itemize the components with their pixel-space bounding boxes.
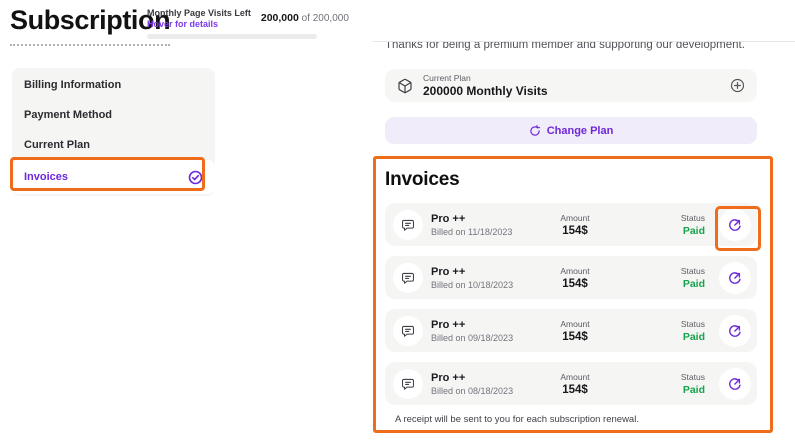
- status-value: Paid: [625, 331, 705, 343]
- refresh-swirl-icon: [529, 125, 541, 137]
- invoice-billed-date: Billed on 08/18/2023: [431, 386, 530, 396]
- change-plan-button[interactable]: Change Plan: [385, 117, 757, 144]
- visits-total: of 200,000: [302, 13, 349, 24]
- visits-label: Monthly Page Visits Left: [147, 8, 251, 19]
- receipt-icon: [393, 369, 423, 399]
- external-link-icon: [727, 376, 743, 392]
- amount-value: 154$: [530, 278, 620, 290]
- amount-label: Amount: [530, 372, 620, 382]
- sidebar-item-label: Current Plan: [24, 139, 90, 151]
- invoice-row: Pro ++ Billed on 11/18/2023 Amount 154$ …: [385, 203, 757, 246]
- external-link-icon: [727, 270, 743, 286]
- monthly-visits-widget: Monthly Page Visits Left Hover for detai…: [147, 8, 349, 39]
- status-label: Status: [625, 372, 705, 382]
- receipt-note: A receipt will be sent to you for each s…: [385, 414, 795, 426]
- amount-value: 154$: [530, 331, 620, 343]
- invoice-row: Pro ++ Billed on 09/18/2023 Amount 154$ …: [385, 309, 757, 352]
- invoice-billed-date: Billed on 10/18/2023: [431, 280, 530, 290]
- current-plan-card: Current Plan 200000 Monthly Visits: [385, 69, 757, 102]
- status-label: Status: [625, 266, 705, 276]
- status-value: Paid: [625, 384, 705, 396]
- visits-used: 200,000: [261, 12, 299, 24]
- current-plan-label: Current Plan: [423, 73, 730, 83]
- amount-label: Amount: [530, 266, 620, 276]
- invoice-billed-date: Billed on 11/18/2023: [431, 227, 530, 237]
- invoice-plan-name: Pro ++: [431, 213, 530, 225]
- external-link-icon: [727, 323, 743, 339]
- subscription-panel: Thanks for being a premium member and su…: [372, 41, 795, 446]
- sidebar-item-label: Payment Method: [24, 109, 112, 121]
- check-circle-icon: [188, 170, 203, 185]
- visits-progress-bar: [147, 34, 317, 39]
- invoice-row: Pro ++ Billed on 08/18/2023 Amount 154$ …: [385, 362, 757, 405]
- open-invoice-button[interactable]: [719, 368, 751, 400]
- amount-label: Amount: [530, 319, 620, 329]
- subscription-page: Subscription Monthly Page Visits Left Ho…: [0, 0, 795, 446]
- open-invoice-button[interactable]: [719, 262, 751, 294]
- invoice-row: Pro ++ Billed on 10/18/2023 Amount 154$ …: [385, 256, 757, 299]
- receipt-icon: [393, 316, 423, 346]
- plan-details-expand-button[interactable]: [730, 78, 745, 93]
- plus-circle-icon: [730, 78, 745, 93]
- sidebar-item-label: Invoices: [24, 171, 68, 183]
- amount-value: 154$: [530, 225, 620, 237]
- amount-label: Amount: [530, 213, 620, 223]
- sidebar-item-invoices[interactable]: Invoices: [12, 160, 215, 194]
- package-box-icon: [397, 78, 413, 94]
- change-plan-label: Change Plan: [547, 125, 614, 137]
- premium-thanks-text: Thanks for being a premium member and su…: [385, 41, 765, 52]
- receipt-icon: [393, 210, 423, 240]
- invoices-heading: Invoices: [385, 168, 795, 191]
- invoice-billed-date: Billed on 09/18/2023: [431, 333, 530, 343]
- open-invoice-button[interactable]: [719, 315, 751, 347]
- sidebar-item-payment-method[interactable]: Payment Method: [12, 100, 215, 130]
- invoice-plan-name: Pro ++: [431, 372, 530, 384]
- invoice-plan-name: Pro ++: [431, 266, 530, 278]
- sidebar-item-billing-information[interactable]: Billing Information: [12, 70, 215, 100]
- billing-sidebar: Billing Information Payment Method Curre…: [12, 68, 215, 196]
- status-label: Status: [625, 319, 705, 329]
- status-value: Paid: [625, 225, 705, 237]
- amount-value: 154$: [530, 384, 620, 396]
- external-link-icon: [727, 217, 743, 233]
- receipt-icon: [393, 263, 423, 293]
- status-value: Paid: [625, 278, 705, 290]
- invoice-list: Pro ++ Billed on 11/18/2023 Amount 154$ …: [385, 203, 795, 405]
- sidebar-item-label: Billing Information: [24, 79, 121, 91]
- sidebar-item-current-plan[interactable]: Current Plan: [12, 130, 215, 160]
- open-invoice-button[interactable]: [719, 209, 751, 241]
- visits-count: 200,000 of 200,000: [261, 12, 349, 24]
- invoice-plan-name: Pro ++: [431, 319, 530, 331]
- current-plan-value: 200000 Monthly Visits: [423, 84, 730, 98]
- status-label: Status: [625, 213, 705, 223]
- hover-for-details-link[interactable]: Hover for details: [147, 19, 251, 30]
